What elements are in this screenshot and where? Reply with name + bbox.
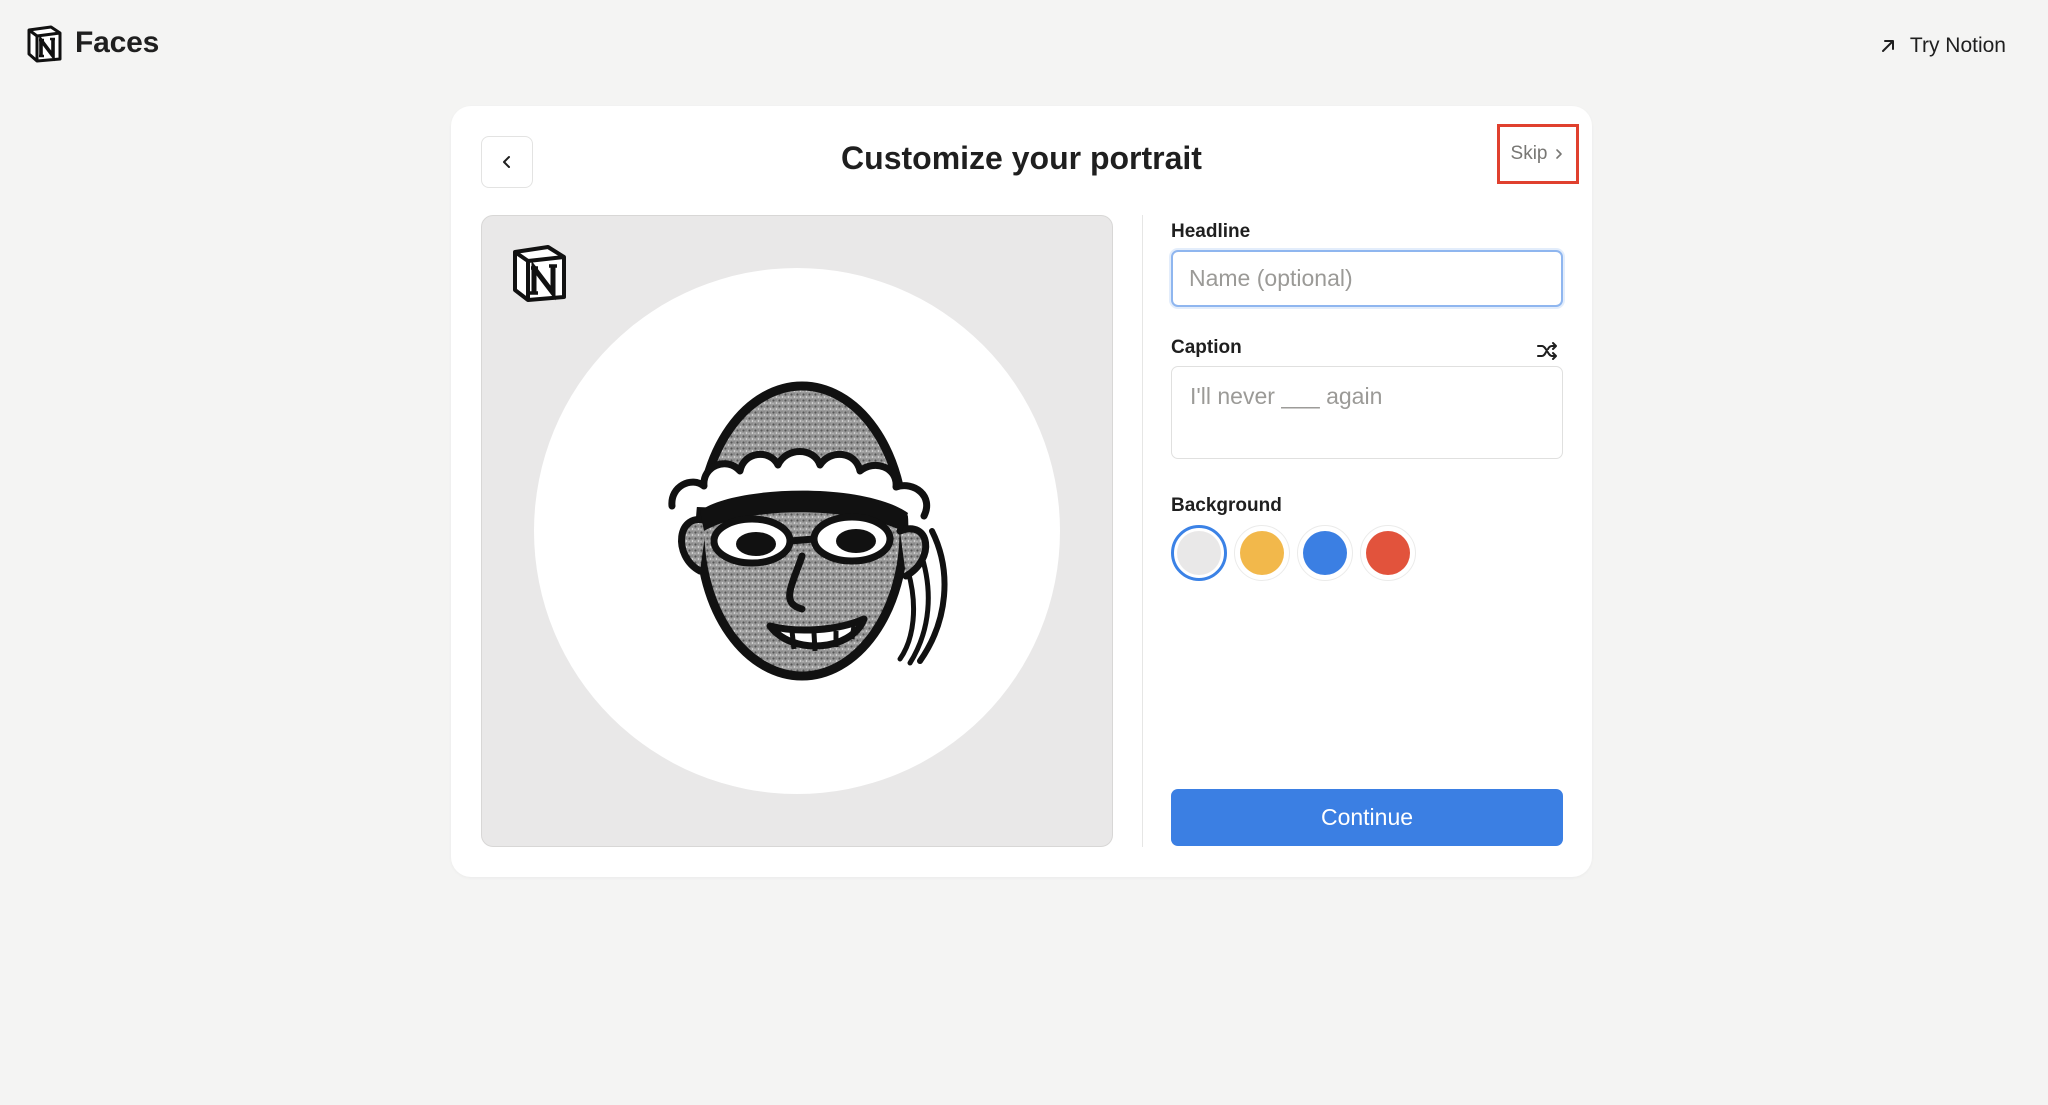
notion-logo-icon [513, 245, 566, 302]
arrow-up-right-icon [1881, 40, 1894, 52]
customize-card: Customize your portrait Skip Headline Na… [451, 106, 1592, 877]
brand[interactable]: Faces [23, 22, 159, 64]
caption-input[interactable] [1171, 366, 1563, 459]
swatch-yellow[interactable] [1234, 525, 1290, 581]
swatch-color [1240, 531, 1284, 575]
notion-logo-icon [27, 25, 62, 63]
page-title: Customize your portrait [841, 140, 1202, 176]
background-label: Background [1171, 495, 1282, 516]
swatch-red[interactable] [1360, 525, 1416, 581]
swatch-color [1366, 531, 1410, 575]
background-swatches [1171, 525, 1416, 581]
swatch-color [1177, 531, 1221, 575]
panel-divider [1142, 215, 1143, 847]
face-portrait-illustration [668, 381, 948, 681]
skip-label: Skip [1510, 143, 1548, 164]
try-notion-link[interactable]: Try Notion [1878, 34, 2006, 58]
swatch-color [1303, 531, 1347, 575]
caption-label: Caption [1171, 337, 1242, 358]
shuffle-icon[interactable] [1535, 339, 1559, 363]
skip-button[interactable]: Skip [1497, 124, 1579, 184]
portrait-preview [481, 215, 1113, 847]
try-notion-label: Try Notion [1909, 34, 2006, 57]
continue-button[interactable]: Continue [1171, 789, 1563, 846]
brand-name: Faces [75, 26, 160, 59]
headline-input[interactable] [1171, 250, 1563, 307]
swatch-blue[interactable] [1297, 525, 1353, 581]
headline-label: Headline [1171, 221, 1251, 242]
customize-form: Headline Caption Background Continue [1171, 215, 1563, 847]
swatch-light-gray[interactable] [1171, 525, 1227, 581]
chevron-right-icon [1556, 149, 1563, 159]
